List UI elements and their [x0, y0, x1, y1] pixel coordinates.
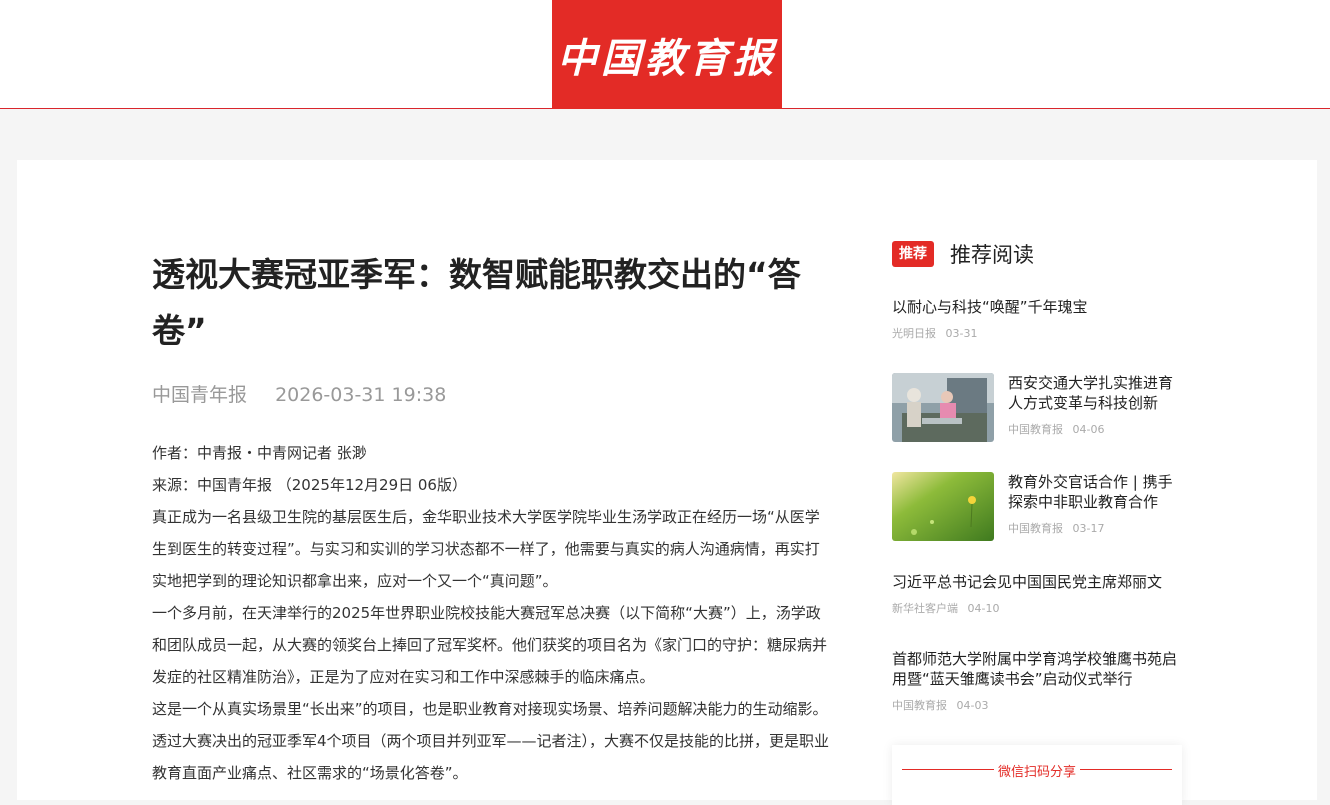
item-source: 光明日报: [892, 327, 936, 340]
site-logo[interactable]: 中国教育报: [552, 0, 782, 109]
divider-right: [1080, 769, 1172, 770]
recommended-item[interactable]: 首都师范大学附属中学育鸿学校雏鹰书苑启用暨“蓝天雏鹰读书会”启动仪式举行 中国教…: [892, 649, 1182, 713]
recommended-item-title[interactable]: 教育外交官话合作 | 携手探索中非职业教育合作: [1008, 472, 1182, 512]
recommended-item[interactable]: 教育外交官话合作 | 携手探索中非职业教育合作 中国教育报 03-17: [892, 472, 1182, 542]
article-datetime: 2026-03-31 19:38: [275, 384, 447, 406]
recommended-item-title[interactable]: 首都师范大学附属中学育鸿学校雏鹰书苑启用暨“蓝天雏鹰读书会”启动仪式举行: [892, 649, 1182, 689]
recommended-item-title[interactable]: 西安交通大学扎实推进育人方式变革与科技创新: [1008, 373, 1182, 413]
author-line: 作者：中青报・中青网记者 张渺: [152, 444, 367, 462]
recommended-item-meta: 中国教育报 04-06: [1008, 421, 1182, 437]
recommended-item[interactable]: 西安交通大学扎实推进育人方式变革与科技创新 中国教育报 04-06: [892, 373, 1182, 443]
article-body: 作者：中青报・中青网记者 张渺 来源：中国青年报 （2025年12月29日 06…: [152, 437, 832, 789]
item-date: 03-31: [945, 327, 978, 340]
recommended-item-meta: 新华社客户端 04-10: [892, 600, 1182, 616]
recommend-tag: 推荐: [892, 241, 934, 267]
item-source: 中国教育报: [1008, 522, 1063, 535]
recommended-item-meta: 中国教育报 04-03: [892, 697, 1182, 713]
grass-photo-thumbnail[interactable]: [892, 472, 994, 541]
logo-text: 中国教育报: [557, 34, 777, 82]
recommended-item-text: 教育外交官话合作 | 携手探索中非职业教育合作 中国教育报 03-17: [1008, 472, 1182, 536]
recommended-sidebar: 推荐 推荐阅读 以耐心与科技“唤醒”千年瑰宝 光明日报 03-31 西安交通大学: [892, 240, 1182, 712]
recommended-item[interactable]: 以耐心与科技“唤醒”千年瑰宝 光明日报 03-31: [892, 297, 1182, 341]
item-date: 04-03: [956, 699, 989, 712]
article-source: 中国青年报: [152, 384, 248, 406]
item-source: 中国教育报: [892, 699, 947, 712]
recommended-item-meta: 光明日报 03-31: [892, 325, 1182, 341]
article-meta: 中国青年报 2026-03-31 19:38: [152, 380, 446, 407]
recommended-item[interactable]: 习近平总书记会见中国国民党主席郑丽文 新华社客户端 04-10: [892, 572, 1182, 616]
item-source: 中国教育报: [1008, 423, 1063, 436]
item-source: 新华社客户端: [892, 602, 958, 615]
recommended-item-title[interactable]: 以耐心与科技“唤醒”千年瑰宝: [892, 297, 1182, 317]
sidebar-title: 推荐阅读: [950, 243, 1034, 267]
sidebar-header: 推荐 推荐阅读: [892, 240, 1182, 268]
wechat-share-label[interactable]: 微信扫码分享: [892, 761, 1182, 780]
article-title: 透视大赛冠亚季军：数智赋能职教交出的“答卷”: [152, 255, 801, 350]
paragraph: 一个多月前，在天津举行的2025年世界职业院校技能大赛冠军总决赛（以下简称“大赛…: [152, 604, 828, 686]
site-header: 中国教育报: [0, 0, 1330, 109]
item-date: 04-10: [967, 602, 1000, 615]
recommended-item-title[interactable]: 习近平总书记会见中国国民党主席郑丽文: [892, 572, 1182, 592]
lab-photo-thumbnail[interactable]: [892, 373, 994, 442]
wechat-share-panel[interactable]: 微信扫码分享: [892, 745, 1182, 805]
item-date: 03-17: [1072, 522, 1105, 535]
paragraph: 这是一个从真实场景里“长出来”的项目，也是职业教育对接现实场景、培养问题解决能力…: [152, 700, 830, 782]
source-line: 来源：中国青年报 （2025年12月29日 06版）: [152, 476, 467, 494]
recommended-item-meta: 中国教育报 03-17: [1008, 520, 1182, 536]
paragraph: 真正成为一名县级卫生院的基层医生后，金华职业技术大学医学院毕业生汤学政正在经历一…: [152, 508, 820, 590]
item-date: 04-06: [1072, 423, 1105, 436]
recommended-item-text: 西安交通大学扎实推进育人方式变革与科技创新 中国教育报 04-06: [1008, 373, 1182, 437]
